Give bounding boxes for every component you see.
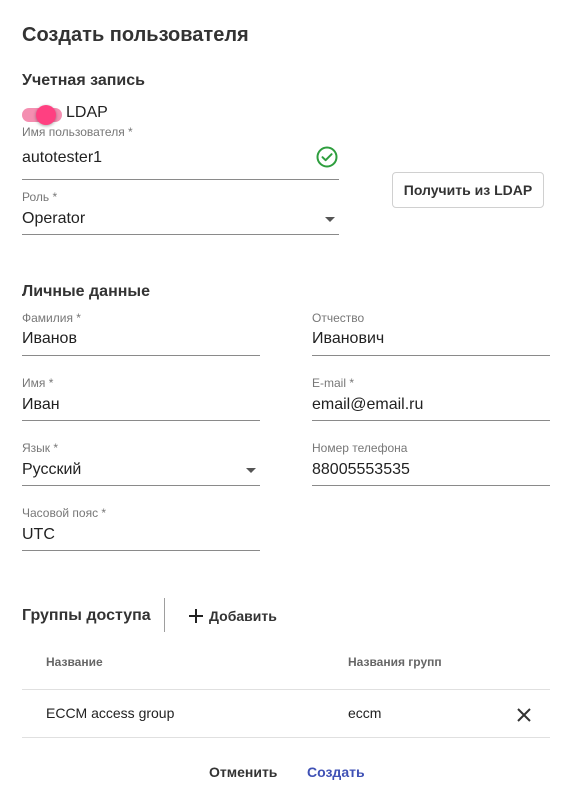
first-name-underline [22,420,260,421]
email-field[interactable]: email@email.ru [312,396,550,414]
email-label: E-mail * [312,376,355,390]
last-name-underline [22,355,260,356]
phone-underline [312,485,550,486]
add-group-button[interactable]: Добавить [189,606,277,626]
email-underline [312,420,550,421]
timezone-underline [22,550,260,551]
language-select[interactable]: Русский [22,459,260,485]
role-underline [22,234,339,235]
table-row: ECCM access group eccm [22,690,550,737]
role-value: Operator [22,210,86,227]
patronymic-field[interactable]: Иванович [312,330,550,348]
row-groups: eccm [348,705,382,721]
close-icon[interactable] [517,708,531,722]
toolbar-divider [164,598,165,632]
role-label: Роль * [22,190,58,204]
language-value: Русский [22,461,82,478]
first-name-label: Имя * [22,376,54,390]
username-underline [22,179,339,180]
chevron-down-icon [246,468,256,473]
cancel-button[interactable]: Отменить [209,764,277,780]
username-field[interactable]: autotester1 [22,149,312,167]
timezone-field[interactable]: UTC [22,526,260,544]
patronymic-label: Отчество [312,311,365,325]
personal-section-title: Личные данные [22,283,150,300]
column-header-name[interactable]: Название [46,655,103,669]
timezone-label: Часовой пояс * [22,506,107,520]
ldap-label: LDAP [66,104,108,121]
row-name: ECCM access group [46,705,175,721]
check-circle-icon [316,146,338,168]
dialog-title: Создать пользователя [22,24,249,46]
plus-icon [189,609,203,623]
last-name-field[interactable]: Иванов [22,330,260,348]
phone-label: Номер телефона [312,441,408,455]
chevron-down-icon [325,217,335,222]
access-groups-title: Группы доступа [22,607,151,624]
account-section-title: Учетная запись [22,72,145,89]
get-from-ldap-button[interactable]: Получить из LDAP [392,172,544,208]
language-label: Язык * [22,441,59,455]
column-header-groups[interactable]: Названия групп [348,655,442,669]
table-row-divider [22,737,550,738]
create-button[interactable]: Создать [307,764,365,780]
ldap-toggle-thumb [36,105,56,125]
patronymic-underline [312,355,550,356]
add-group-label: Добавить [209,608,277,624]
username-label: Имя пользователя * [22,125,133,139]
first-name-field[interactable]: Иван [22,396,260,414]
phone-field[interactable]: 88005553535 [312,461,550,479]
last-name-label: Фамилия * [22,311,81,325]
language-underline [22,485,260,486]
role-select[interactable]: Operator [22,208,339,234]
